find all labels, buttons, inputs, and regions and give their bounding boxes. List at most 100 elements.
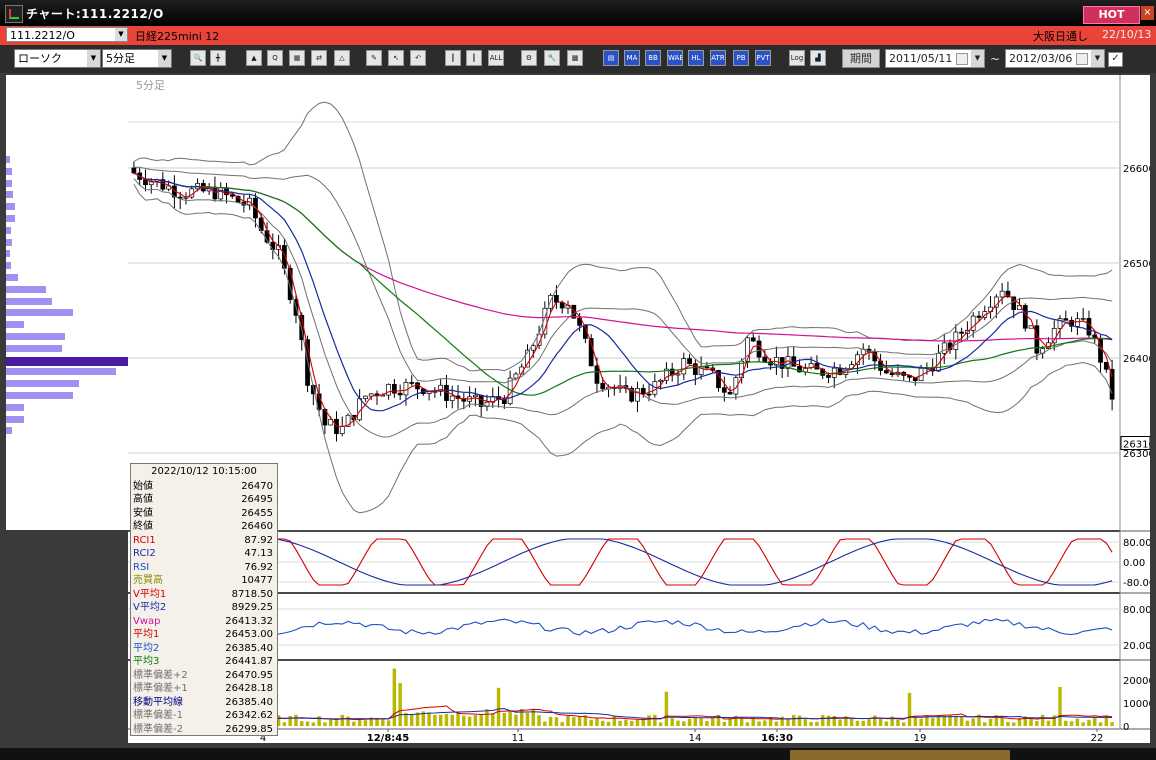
indicator-wae[interactable]: WAE: [667, 50, 683, 66]
volume-bar: [780, 716, 784, 726]
volume-bar: [311, 722, 316, 726]
volume-profile-bar: [6, 427, 13, 435]
chevron-down-icon[interactable]: ▼: [87, 50, 100, 67]
hot-button[interactable]: HOT: [1083, 6, 1140, 24]
volume-bar: [537, 715, 541, 726]
undo-icon[interactable]: ↶: [410, 50, 426, 66]
tool-1-icon[interactable]: ▲: [246, 50, 262, 66]
chart-area[interactable]: 5分足 26600 26500 26400 2630026310 80.00 0.00 -80…: [128, 75, 1155, 744]
tool-7-icon[interactable]: ┃: [466, 50, 482, 66]
volume-bar: [566, 715, 570, 726]
period-enable-checkbox[interactable]: ✓: [1108, 52, 1123, 67]
cursor-icon[interactable]: ↖: [388, 50, 404, 66]
chevron-down-icon[interactable]: ▼: [158, 50, 171, 67]
end-date-field[interactable]: 2012/03/06 ▼: [1005, 49, 1105, 68]
info-row-value: 26385.40: [225, 642, 273, 654]
volume-bar: [815, 721, 819, 726]
volume-bar: [1058, 686, 1062, 726]
tool-4-icon[interactable]: ⇄: [311, 50, 327, 66]
volume-bar: [473, 715, 478, 726]
candle-body: [594, 365, 600, 384]
info-row-value: 8929.25: [231, 602, 273, 613]
info-row: V平均1 8718.50: [131, 588, 277, 602]
volume-bar: [878, 717, 883, 726]
settings-icon[interactable]: ⚙: [521, 50, 537, 66]
volume-bar: [786, 718, 790, 726]
chevron-down-icon[interactable]: ▼: [1091, 50, 1104, 67]
log-button[interactable]: Log: [789, 50, 805, 66]
volume-bar: [647, 715, 651, 726]
volume-profile-bar: [6, 285, 47, 293]
status-bar: [0, 748, 1156, 760]
wrench-icon[interactable]: 🔧: [544, 50, 560, 66]
volume-bar: [514, 714, 518, 726]
candle-body: [554, 295, 559, 303]
tool-5-icon[interactable]: △: [334, 50, 350, 66]
indicator-hl[interactable]: HL: [688, 50, 704, 66]
tool-2-icon[interactable]: Q: [267, 50, 283, 66]
volume-bar: [496, 687, 501, 726]
info-row: RCI2 47.13: [131, 547, 277, 561]
tool-3-icon[interactable]: ▦: [289, 50, 305, 66]
volume-bar: [548, 716, 553, 726]
chart-type-select[interactable]: ローソク ▼: [14, 49, 101, 68]
volume-bar: [722, 721, 727, 726]
info-row-value: 26385.40: [225, 696, 273, 708]
volume-bar: [328, 718, 333, 726]
volume-profile-bar: [6, 368, 116, 376]
volume-bar: [803, 719, 808, 726]
volume-bar: [618, 720, 622, 726]
volume-profile-bar: [6, 238, 13, 246]
tool-6-icon[interactable]: ┃: [445, 50, 461, 66]
interval-select[interactable]: 5分足 ▼: [102, 49, 172, 68]
indicator-ma[interactable]: MA: [624, 50, 640, 66]
palette-icon[interactable]: ▩: [567, 50, 583, 66]
volume-bar: [867, 719, 871, 726]
start-date-field[interactable]: 2011/05/11 ▼: [885, 49, 985, 68]
indicator-pb[interactable]: PB: [733, 50, 749, 66]
volume-profile-bar: [6, 321, 25, 329]
pencil-icon[interactable]: ✎: [366, 50, 382, 66]
volume-tick-label: 20000: [1123, 676, 1150, 687]
info-row: 標準偏差-1 26342.62: [131, 709, 277, 723]
period-button[interactable]: 期間: [842, 49, 880, 68]
volume-bar: [577, 716, 582, 726]
volume-bar: [467, 716, 472, 726]
close-button[interactable]: ×: [1141, 6, 1154, 20]
volume-tick-label: 0: [1123, 722, 1129, 733]
info-row-label: 終値: [133, 521, 153, 532]
info-row: RSI 76.92: [131, 561, 277, 575]
chevron-down-icon[interactable]: ▼: [971, 50, 984, 67]
zoom-icon[interactable]: 🔍: [190, 50, 206, 66]
symbol-code-combo[interactable]: 111.2212/O ▼: [6, 27, 128, 42]
volume-bar: [1069, 721, 1074, 726]
volume-bar: [282, 722, 287, 726]
rsi-tick-label: 80.00: [1123, 605, 1150, 616]
volume-bar: [1035, 721, 1039, 726]
volume-bar: [427, 712, 431, 726]
all-button[interactable]: ALL: [488, 50, 504, 66]
info-row-value: 10477: [241, 575, 273, 586]
calendar-icon[interactable]: [1076, 53, 1088, 65]
price-chart-svg[interactable]: 5分足 26600 26500 26400 2630026310 80.00 0.00 -80…: [128, 75, 1155, 744]
volume-profile-bar: [6, 226, 11, 234]
candle-body: [1034, 325, 1040, 354]
chevron-down-icon[interactable]: ▼: [115, 28, 127, 41]
info-row-label: V平均1: [133, 588, 167, 600]
info-row-label: Vwap: [133, 615, 161, 627]
indicator-atr[interactable]: ATR: [710, 50, 726, 66]
volume-profile-bar: [6, 250, 10, 258]
indicator-pvt[interactable]: PVT: [755, 50, 771, 66]
volume-bar: [629, 720, 634, 726]
tool-8-icon[interactable]: ▟: [810, 50, 826, 66]
volume-bar: [907, 692, 912, 726]
calendar-icon[interactable]: [956, 53, 968, 65]
candle-body: [762, 356, 768, 363]
indicator-1-icon[interactable]: ▤: [603, 50, 619, 66]
volume-bar: [687, 718, 692, 726]
indicator-bb[interactable]: BB: [645, 50, 661, 66]
candle-body: [727, 391, 733, 395]
crosshair-icon[interactable]: ╋: [210, 50, 226, 66]
volume-bar: [554, 717, 559, 726]
x-tick-label: 16:30: [761, 733, 793, 743]
